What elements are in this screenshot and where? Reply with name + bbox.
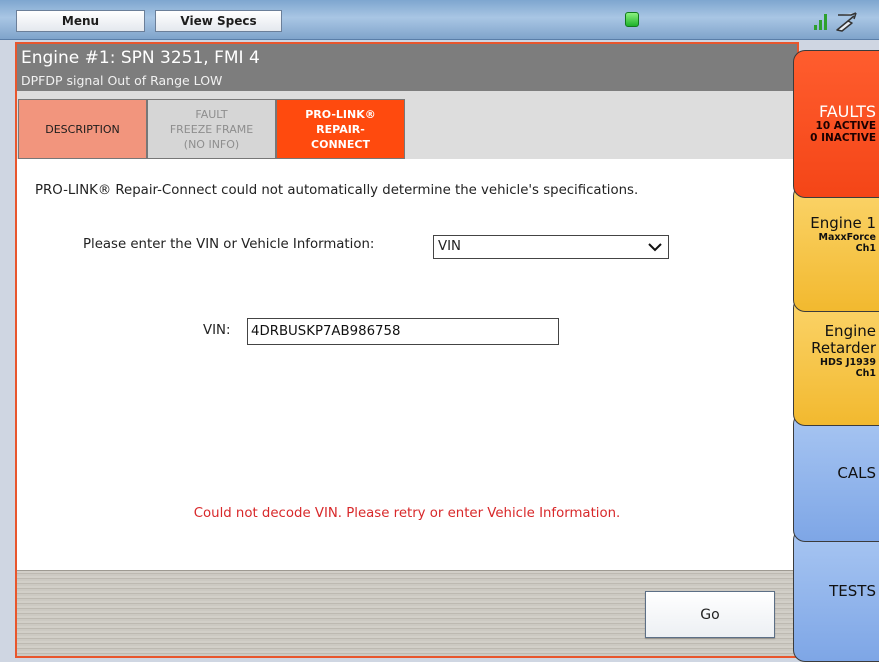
side-tab-faults-active: 10 ACTIVE bbox=[815, 120, 876, 132]
side-tab-retarder-sub-2: Ch1 bbox=[855, 368, 876, 379]
side-tab-cals[interactable]: CALS bbox=[793, 412, 879, 542]
vin-field-label: VIN: bbox=[203, 323, 231, 338]
side-tab-retarder-label-2: Retarder bbox=[811, 339, 876, 357]
side-tab-bar: TESTS CALS Engine Retarder HDS J1939 Ch1… bbox=[793, 42, 879, 662]
page-subtitle: DPFDP signal Out of Range LOW bbox=[21, 73, 223, 88]
side-tab-retarder-label-1: Engine bbox=[824, 322, 876, 340]
subtab-bar: DESCRIPTION FAULT FREEZE FRAME (NO INFO)… bbox=[17, 91, 797, 159]
tab-repair-connect-label-3: CONNECT bbox=[311, 137, 370, 151]
signal-strength-icon bbox=[814, 14, 828, 30]
repair-connect-content: PRO-LINK® Repair-Connect could not autom… bbox=[17, 159, 797, 570]
main-panel: Engine #1: SPN 3251, FMI 4 DPFDP signal … bbox=[15, 42, 799, 658]
tab-repair-connect-label-2: REPAIR- bbox=[316, 122, 365, 136]
side-tab-engine-retarder[interactable]: Engine Retarder HDS J1939 Ch1 bbox=[793, 296, 879, 426]
menu-button[interactable]: Menu bbox=[16, 10, 145, 32]
tab-repair-connect[interactable]: PRO-LINK® REPAIR- CONNECT bbox=[276, 99, 405, 159]
tab-freeze-frame[interactable]: FAULT FREEZE FRAME (NO INFO) bbox=[147, 99, 276, 159]
vehicle-info-select[interactable]: VIN bbox=[433, 235, 669, 259]
side-tab-tests-label: TESTS bbox=[829, 582, 876, 600]
view-specs-button[interactable]: View Specs bbox=[155, 10, 282, 32]
connection-status-icon bbox=[625, 12, 639, 27]
side-tab-retarder-sub-1: HDS J1939 bbox=[820, 357, 876, 368]
page-title: Engine #1: SPN 3251, FMI 4 bbox=[21, 48, 260, 68]
tab-description-label: DESCRIPTION bbox=[45, 122, 120, 136]
tab-freeze-frame-label-3: (NO INFO) bbox=[183, 137, 240, 151]
go-button[interactable]: Go bbox=[645, 591, 775, 638]
side-tab-engine-1[interactable]: Engine 1 MaxxForce Ch1 bbox=[793, 184, 879, 312]
side-tab-faults-label: FAULTS bbox=[818, 102, 876, 121]
vehicle-info-select-value: VIN bbox=[438, 239, 461, 254]
side-tab-engine1-sub-1: MaxxForce bbox=[818, 232, 876, 243]
side-tab-faults-inactive: 0 INACTIVE bbox=[810, 132, 876, 144]
tab-repair-connect-label-1: PRO-LINK® bbox=[305, 107, 376, 121]
footer-bar: Go bbox=[17, 570, 797, 656]
plug-icon bbox=[836, 12, 857, 32]
side-tab-engine1-label: Engine 1 bbox=[810, 214, 876, 232]
side-tab-cals-label: CALS bbox=[837, 464, 876, 482]
tab-freeze-frame-label-1: FAULT bbox=[195, 107, 228, 121]
fault-header: Engine #1: SPN 3251, FMI 4 DPFDP signal … bbox=[17, 44, 797, 91]
side-tab-tests[interactable]: TESTS bbox=[793, 528, 879, 662]
info-message: PRO-LINK® Repair-Connect could not autom… bbox=[35, 183, 639, 198]
vin-input[interactable] bbox=[247, 318, 559, 345]
tab-description[interactable]: DESCRIPTION bbox=[18, 99, 147, 159]
side-tab-faults[interactable]: FAULTS 10 ACTIVE 0 INACTIVE bbox=[793, 50, 879, 198]
side-tab-engine1-sub-2: Ch1 bbox=[855, 243, 876, 254]
chevron-down-icon bbox=[648, 243, 662, 252]
error-message: Could not decode VIN. Please retry or en… bbox=[193, 506, 621, 521]
top-toolbar: Menu View Specs bbox=[0, 0, 879, 40]
tab-freeze-frame-label-2: FREEZE FRAME bbox=[169, 122, 254, 136]
vehicle-info-select-label: Please enter the VIN or Vehicle Informat… bbox=[83, 237, 375, 252]
